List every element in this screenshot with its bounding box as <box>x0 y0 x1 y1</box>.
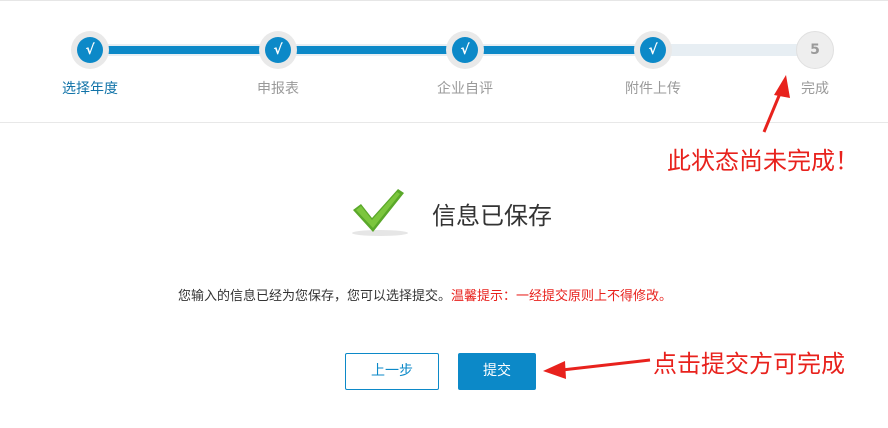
check-icon: √ <box>77 37 103 63</box>
step-number: 5 <box>810 42 820 58</box>
step-4-label[interactable]: 附件上传 <box>625 78 681 98</box>
submit-button[interactable]: 提交 <box>458 353 536 390</box>
progress-stepper: √ 选择年度 √ 申报表 √ 企业自评 √ 附件上传 5 完成 <box>0 0 888 123</box>
message-text: 您输入的信息已经为您保存，您可以选择提交。 <box>178 289 452 304</box>
step-2-label[interactable]: 申报表 <box>257 78 299 98</box>
check-icon: √ <box>640 37 666 63</box>
step-5-circle[interactable]: 5 <box>796 31 834 69</box>
save-message: 您输入的信息已经为您保存，您可以选择提交。温馨提示：一经提交原则上不得修改。 <box>178 285 672 304</box>
saved-title: 信息已保存 <box>432 202 552 230</box>
step-3-label[interactable]: 企业自评 <box>437 78 493 98</box>
step-5-label[interactable]: 完成 <box>801 78 829 98</box>
stepper-progress-bar <box>90 46 654 54</box>
step-annotation: 此状态尚未完成！ <box>667 147 859 175</box>
step-2-circle[interactable]: √ <box>259 31 297 69</box>
previous-step-button[interactable]: 上一步 <box>345 353 439 390</box>
step-1-label[interactable]: 选择年度 <box>62 78 118 98</box>
submit-annotation: 点击提交方可完成 <box>653 350 845 378</box>
check-mark-icon <box>352 189 408 236</box>
arrow-to-submit <box>543 358 651 379</box>
check-icon: √ <box>265 37 291 63</box>
divider <box>0 122 888 123</box>
check-icon: √ <box>452 37 478 63</box>
warning-text: 温馨提示：一经提交原则上不得修改。 <box>451 289 673 304</box>
step-1-circle[interactable]: √ <box>71 31 109 69</box>
step-3-circle[interactable]: √ <box>446 31 484 69</box>
step-4-circle[interactable]: √ <box>634 31 672 69</box>
